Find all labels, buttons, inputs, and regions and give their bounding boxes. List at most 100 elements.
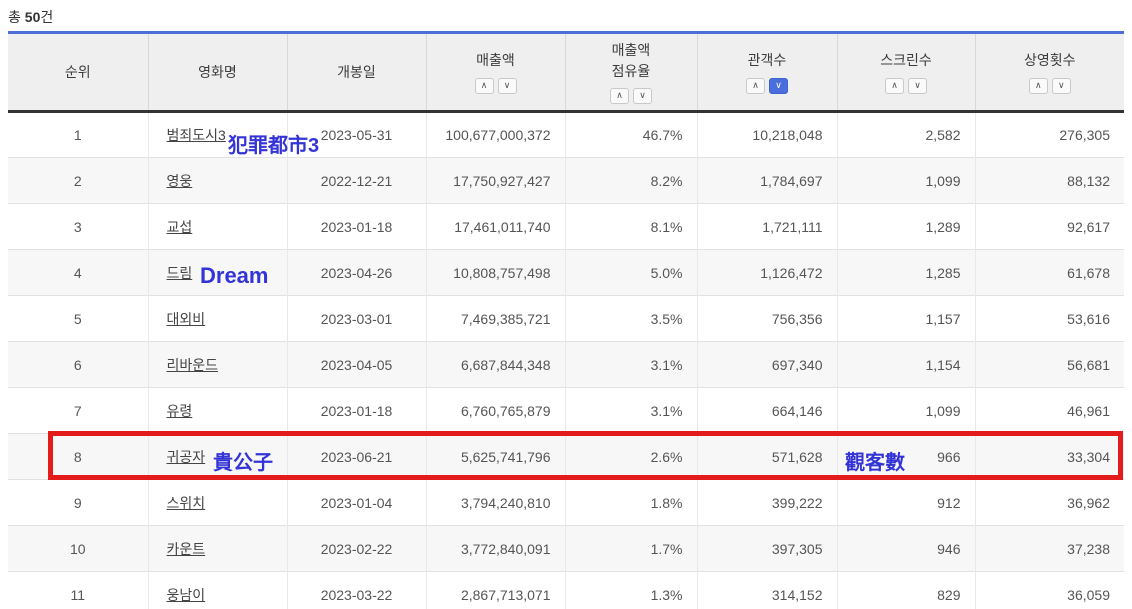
release_date-cell: 2023-01-18: [287, 388, 426, 434]
sales-cell: 17,750,927,427: [426, 158, 565, 204]
sales_share-cell: 3.5%: [565, 296, 697, 342]
sales-cell: 5,625,741,796: [426, 434, 565, 480]
sales-cell: 6,687,844,348: [426, 342, 565, 388]
sales_share-cell: 8.2%: [565, 158, 697, 204]
release_date-cell: 2022-12-21: [287, 158, 426, 204]
movie-title-link[interactable]: 카운트: [167, 541, 206, 557]
audience-cell: 314,152: [697, 572, 837, 609]
sales_share-cell: 46.7%: [565, 112, 697, 158]
audience-cell: 1,721,111: [697, 204, 837, 250]
sort-desc-button-screens[interactable]: ∨: [908, 78, 927, 94]
screens-cell: 1,099: [837, 158, 975, 204]
result-count: 총 50건: [8, 7, 53, 27]
rank-cell: 9: [8, 480, 148, 526]
table-row: 11웅남이2023-03-222,867,713,0711.3%314,1528…: [8, 572, 1124, 609]
release_date-cell: 2023-01-18: [287, 204, 426, 250]
sort-asc-button-audience[interactable]: ∧: [746, 78, 765, 94]
sort-controls-sales_share: ∧∨: [566, 88, 697, 104]
column-header-screens: 스크린수∧∨: [837, 33, 975, 112]
column-header-sales_share: 매출액 점유율 ∧∨: [565, 33, 697, 112]
audience-cell: 697,340: [697, 342, 837, 388]
column-header-rank: 순위: [8, 33, 148, 112]
sales-cell: 3,772,840,091: [426, 526, 565, 572]
sales-cell: 2,867,713,071: [426, 572, 565, 609]
movie-title-link[interactable]: 웅남이: [167, 587, 206, 603]
release_date-cell: 2023-05-31: [287, 112, 426, 158]
rank-cell: 7: [8, 388, 148, 434]
movie-title-link[interactable]: 귀공자: [167, 449, 206, 465]
screens-cell: 912: [837, 480, 975, 526]
sort-desc-button-sales_share[interactable]: ∨: [633, 88, 652, 104]
sales-cell: 7,469,385,721: [426, 296, 565, 342]
sales_share-cell: 1.3%: [565, 572, 697, 609]
screens-cell: 1,099: [837, 388, 975, 434]
boxoffice-page: 총 50건 순위영화명개봉일매출액∧∨매출액 점유율∧∨관객수∧∨스크린수∧∨상…: [0, 0, 1132, 609]
screens-cell: 1,154: [837, 342, 975, 388]
movie-title-link[interactable]: 드림: [167, 265, 193, 281]
sort-asc-button-screens[interactable]: ∧: [885, 78, 904, 94]
movie-title-link[interactable]: 리바운드: [167, 357, 219, 373]
column-header-audience: 관객수 ∧∨: [697, 33, 837, 112]
title-cell: 대외비: [148, 296, 287, 342]
sort-controls-sales: ∧∨: [427, 78, 565, 94]
rank-cell: 8: [8, 434, 148, 480]
movie-title-link[interactable]: 스위치: [167, 495, 206, 511]
table-row: 4드림2023-04-2610,808,757,4985.0%1,126,472…: [8, 250, 1124, 296]
column-header-title: 영화명: [148, 33, 287, 112]
movie-title-link[interactable]: 교섭: [167, 219, 193, 235]
release_date-cell: 2023-06-21: [287, 434, 426, 480]
column-header-release_date: 개봉일: [287, 33, 426, 112]
audience-cell: 1,126,472: [697, 250, 837, 296]
audience-cell: 1,784,697: [697, 158, 837, 204]
title-cell: 귀공자: [148, 434, 287, 480]
screens-cell: 1,157: [837, 296, 975, 342]
audience-cell: 10,218,048: [697, 112, 837, 158]
title-cell: 범죄도시3: [148, 112, 287, 158]
column-label-showings: 상영횟수: [976, 50, 1125, 70]
screens-cell: 2,582: [837, 112, 975, 158]
screens-cell: 1,289: [837, 204, 975, 250]
showings-cell: 61,678: [975, 250, 1124, 296]
release_date-cell: 2023-03-22: [287, 572, 426, 609]
screens-cell: 1,285: [837, 250, 975, 296]
movie-title-link[interactable]: 범죄도시3: [167, 127, 226, 143]
showings-cell: 88,132: [975, 158, 1124, 204]
title-cell: 유령: [148, 388, 287, 434]
showings-cell: 46,961: [975, 388, 1124, 434]
column-label-rank: 순위: [8, 62, 148, 82]
release_date-cell: 2023-02-22: [287, 526, 426, 572]
column-label-audience: 관객수: [698, 50, 837, 70]
showings-cell: 37,238: [975, 526, 1124, 572]
movie-title-link[interactable]: 영웅: [167, 173, 193, 189]
table-row: 7유령2023-01-186,760,765,8793.1%664,1461,0…: [8, 388, 1124, 434]
audience-cell: 756,356: [697, 296, 837, 342]
sales_share-cell: 1.7%: [565, 526, 697, 572]
sort-desc-button-audience[interactable]: ∨: [769, 78, 788, 94]
audience-cell: 664,146: [697, 388, 837, 434]
table-header: 순위영화명개봉일매출액∧∨매출액 점유율∧∨관객수∧∨스크린수∧∨상영횟수∧∨: [8, 33, 1124, 112]
sort-asc-button-sales_share[interactable]: ∧: [610, 88, 629, 104]
sort-desc-button-sales[interactable]: ∨: [498, 78, 517, 94]
table-row: 5대외비2023-03-017,469,385,7213.5%756,3561,…: [8, 296, 1124, 342]
movie-title-link[interactable]: 유령: [167, 403, 193, 419]
result-count-prefix: 총: [8, 9, 25, 25]
table-row: 8귀공자2023-06-215,625,741,7962.6%571,62896…: [8, 434, 1124, 480]
sales_share-cell: 8.1%: [565, 204, 697, 250]
column-label-title: 영화명: [149, 62, 287, 82]
column-label-sales_share: 매출액 점유율: [566, 40, 697, 81]
sales-cell: 6,760,765,879: [426, 388, 565, 434]
sort-asc-button-sales[interactable]: ∧: [475, 78, 494, 94]
result-count-suffix: 건: [40, 9, 53, 25]
sales_share-cell: 1.8%: [565, 480, 697, 526]
rank-cell: 6: [8, 342, 148, 388]
sort-controls-screens: ∧∨: [838, 78, 975, 94]
rank-cell: 3: [8, 204, 148, 250]
sort-asc-button-showings[interactable]: ∧: [1029, 78, 1048, 94]
sort-desc-button-showings[interactable]: ∨: [1052, 78, 1071, 94]
rank-cell: 10: [8, 526, 148, 572]
showings-cell: 53,616: [975, 296, 1124, 342]
audience-cell: 571,628: [697, 434, 837, 480]
title-cell: 웅남이: [148, 572, 287, 609]
sales-cell: 100,677,000,372: [426, 112, 565, 158]
movie-title-link[interactable]: 대외비: [167, 311, 206, 327]
